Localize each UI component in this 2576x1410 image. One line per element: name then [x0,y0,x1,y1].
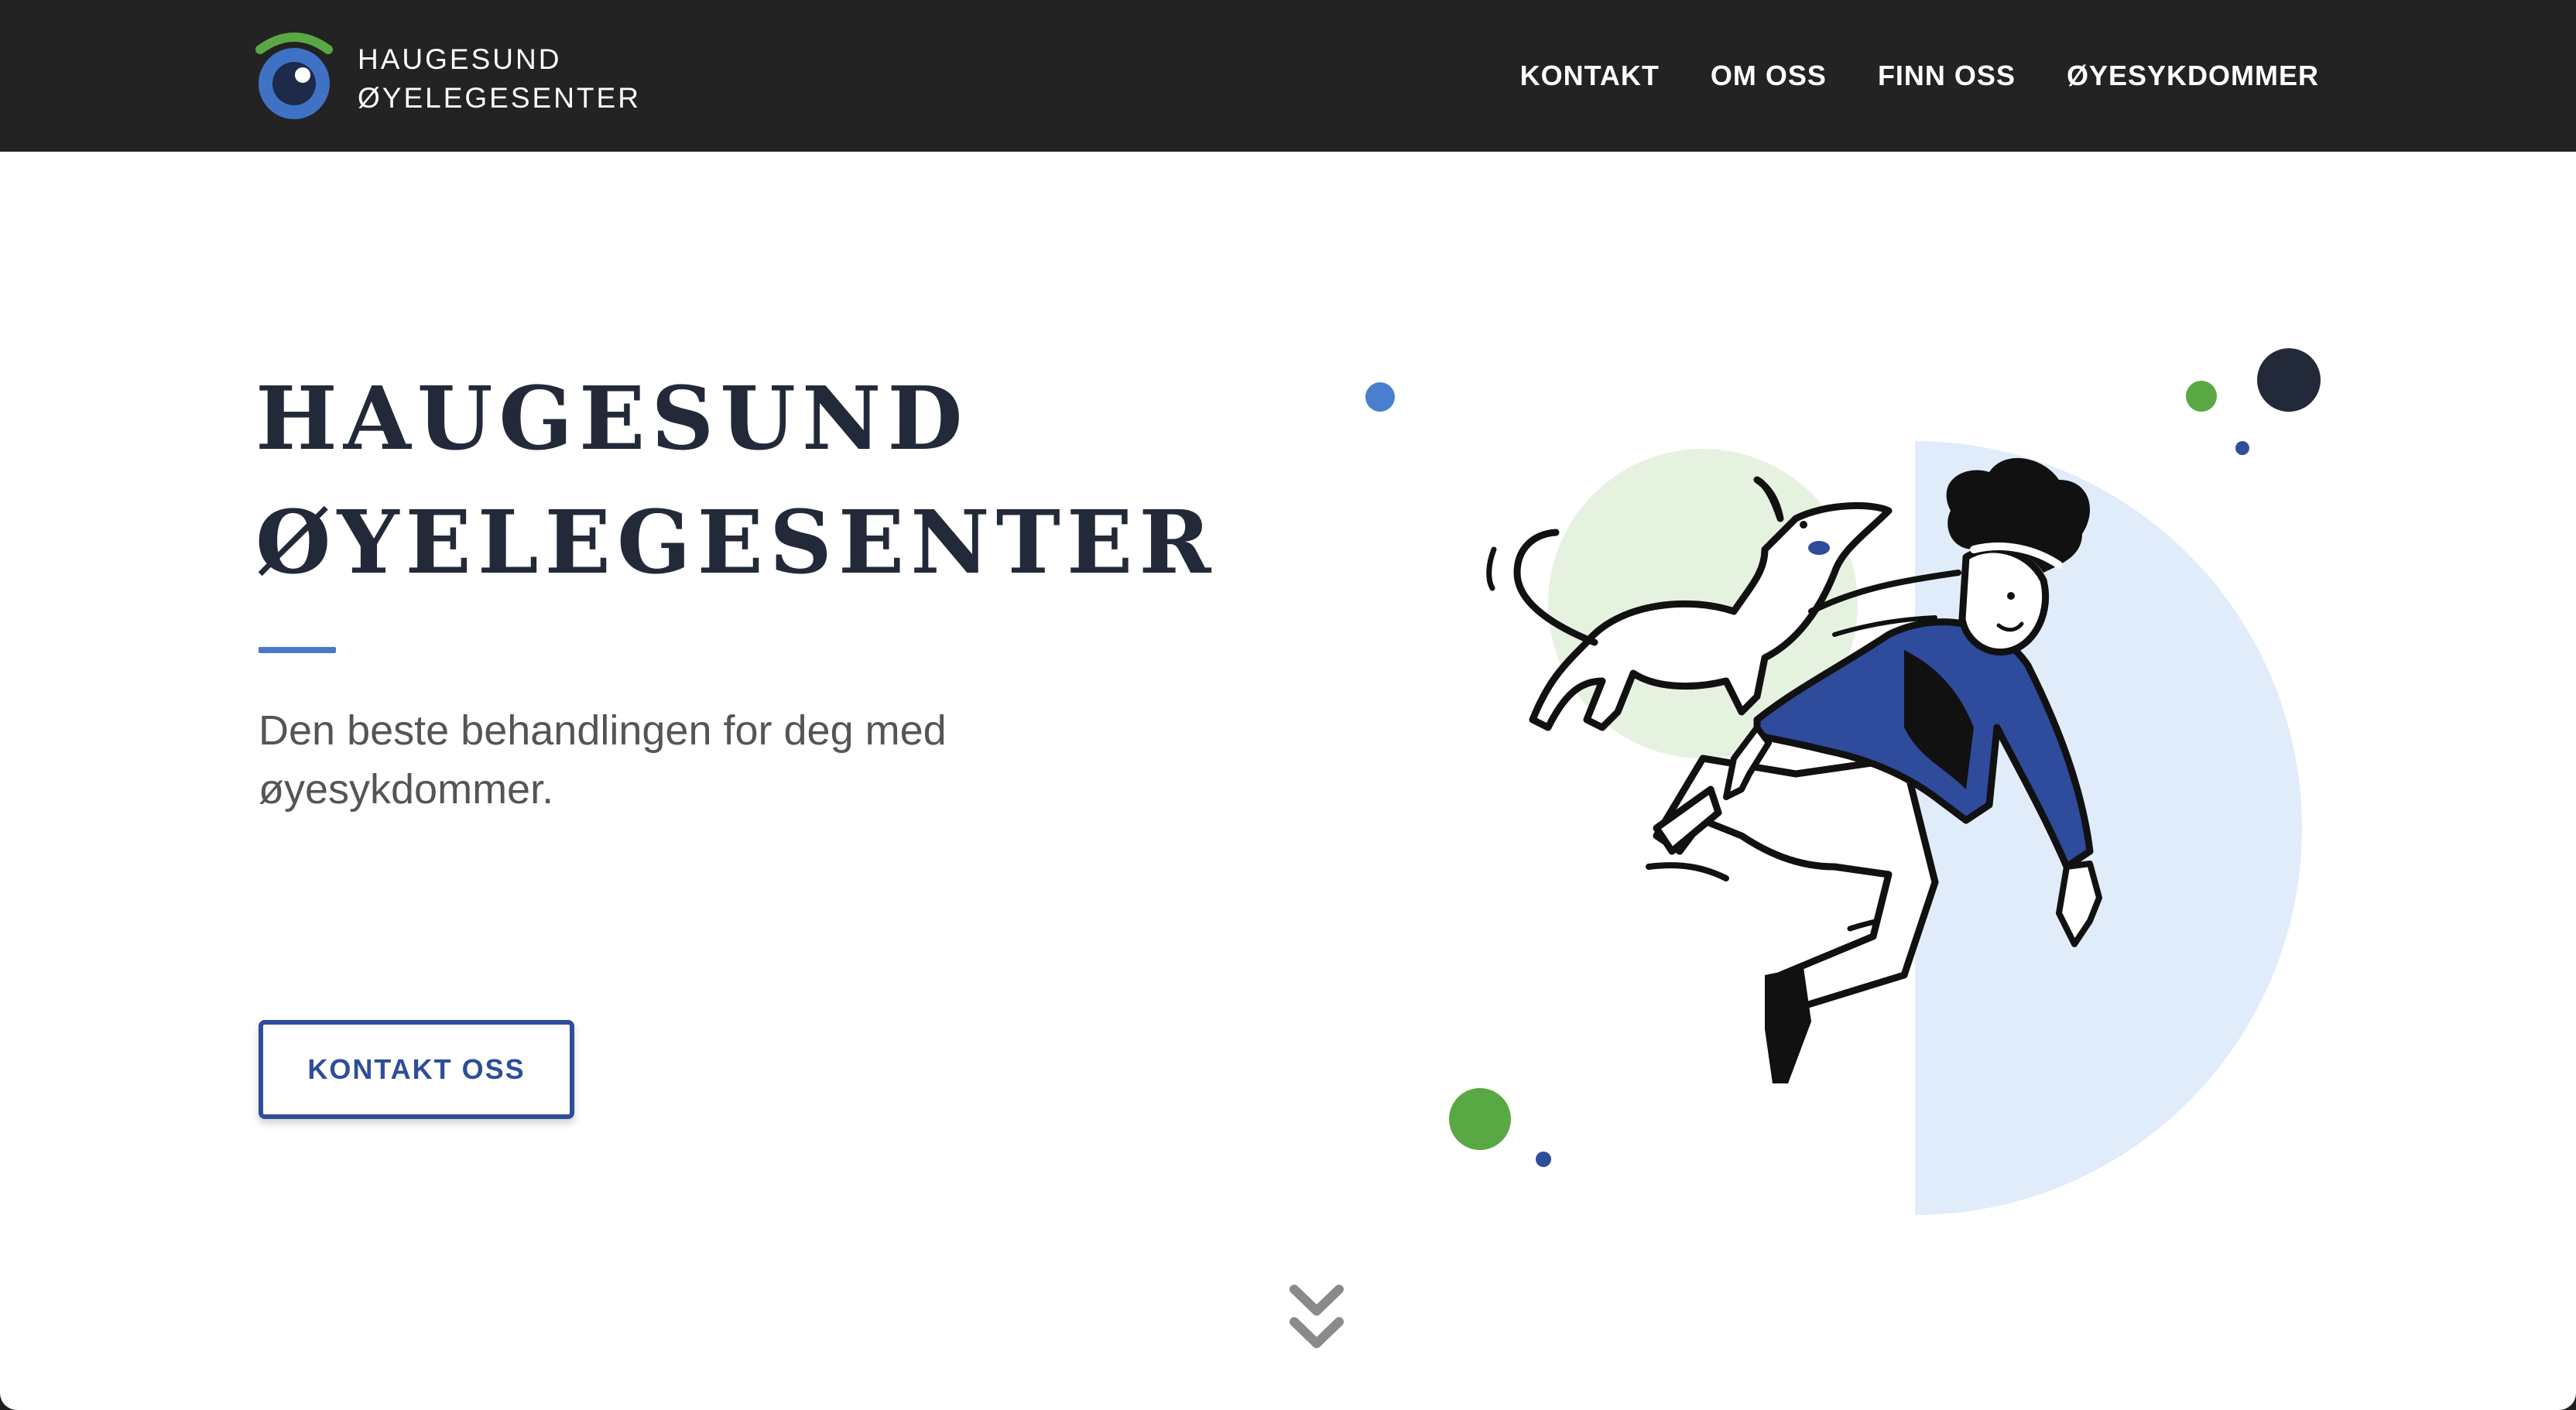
contact-us-button[interactable]: KONTAKT OSS [259,1020,574,1119]
logo-line-1: HAUGESUND [358,43,562,75]
top-navigation-bar: HAUGESUND ØYELEGESENTER KONTAKT OM OSS F… [0,0,2576,152]
logo-line-2: ØYELEGESENTER [358,82,641,114]
double-chevron-down-icon[interactable] [1290,1283,1344,1360]
hero-subtitle: Den beste behandlingen for deg med øyesy… [259,707,947,813]
hero-title-line-2: ØYELEGESENTER [255,492,1218,594]
accent-divider [259,647,336,653]
person-jumping-with-dog-illustration [1486,441,2302,1215]
nav-item-om-oss[interactable]: OM OSS [1711,60,1827,92]
nav-item-oyesykdommer[interactable]: ØYESYKDOMMER [2067,60,2319,92]
nav-item-finn-oss[interactable]: FINN OSS [1878,60,2016,92]
hero-title: HAUGESUND ØYELEGESENTER [255,358,1217,605]
decorative-dot-dark [2257,348,2321,412]
main-nav: KONTAKT OM OSS FINN OSS ØYESYKDOMMER [1520,0,2319,152]
decorative-dot-blue [1365,382,1395,412]
decorative-dot-green-small [2186,381,2217,412]
page: HAUGESUND ØYELEGESENTER KONTAKT OM OSS F… [0,0,2576,1410]
nav-item-kontakt[interactable]: KONTAKT [1520,60,1660,92]
site-logo[interactable]: HAUGESUND ØYELEGESENTER [255,28,639,124]
logo-wordmark: HAUGESUND ØYELEGESENTER [358,40,641,118]
hero-title-line-1: HAUGESUND [255,368,969,470]
eye-icon [255,33,333,119]
